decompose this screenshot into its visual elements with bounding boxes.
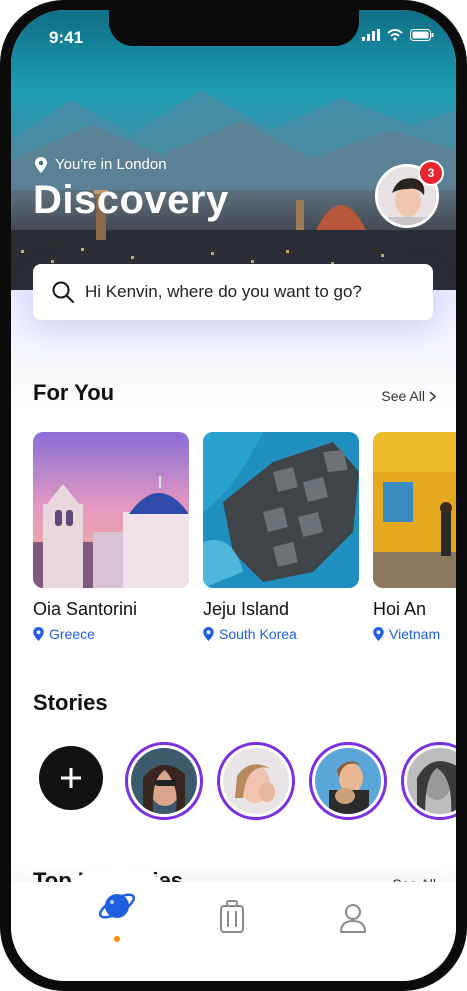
- page-title: Discovery: [33, 178, 229, 222]
- for-you-carousel[interactable]: Oia Santorini Greece Jeju Island South K…: [33, 432, 456, 652]
- location-pin-icon: [33, 627, 44, 641]
- signal-icon: [362, 29, 380, 41]
- current-location: You're in London: [35, 156, 167, 173]
- phone-frame: 9:41 You're in London Discovery 3 Hi Ken…: [0, 0, 467, 991]
- for-you-title: For You: [33, 380, 115, 405]
- see-all-label: See All: [381, 388, 425, 404]
- card-name: Oia Santorini: [33, 599, 138, 619]
- user-icon: [339, 904, 367, 933]
- country-label: Greece: [49, 626, 95, 642]
- app-screen: 9:41 You're in London Discovery 3 Hi Ken…: [11, 10, 456, 981]
- card-country: Greece: [33, 626, 189, 642]
- card-name: Jeju Island: [203, 599, 290, 619]
- status-time: 9:41: [49, 28, 84, 47]
- story-avatar[interactable]: [309, 742, 387, 820]
- country-label: Vietnam: [389, 626, 441, 642]
- card-country: South Korea: [203, 626, 359, 642]
- location-pin-icon: [373, 627, 384, 641]
- search-bar[interactable]: Hi Kenvin, where do you want to go?: [33, 264, 433, 320]
- tab-explore[interactable]: [95, 882, 139, 942]
- santorini-image: [33, 432, 189, 588]
- search-icon: [52, 281, 74, 303]
- notification-badge: 3: [418, 160, 444, 186]
- planet-icon: [98, 893, 136, 919]
- location-pin-icon: [203, 627, 214, 641]
- chevron-right-icon: [429, 390, 436, 402]
- stories-row[interactable]: [39, 740, 456, 820]
- hoi-an-image: [373, 432, 456, 588]
- add-story-button[interactable]: [39, 746, 103, 810]
- location-pin-icon: [35, 156, 47, 173]
- active-tab-indicator: [114, 936, 120, 942]
- destination-card-santorini[interactable]: Oia Santorini Greece: [33, 432, 189, 642]
- tab-profile[interactable]: [339, 903, 369, 935]
- notch: [109, 10, 359, 46]
- search-placeholder: Hi Kenvin, where do you want to go?: [85, 282, 362, 301]
- battery-icon: [410, 29, 434, 41]
- jeju-image: [203, 432, 359, 588]
- country-label: South Korea: [219, 626, 297, 642]
- for-you-see-all[interactable]: See All: [381, 388, 436, 404]
- destination-card-jeju[interactable]: Jeju Island South Korea: [203, 432, 359, 642]
- location-text: You're in London: [55, 156, 167, 173]
- luggage-icon: [220, 900, 244, 933]
- plus-icon: [61, 768, 81, 788]
- story-avatar[interactable]: [401, 742, 456, 820]
- story-avatar[interactable]: [125, 742, 203, 820]
- story-avatar[interactable]: [217, 742, 295, 820]
- destination-card-hoi-an[interactable]: Hoi An Vietnam: [373, 432, 456, 642]
- card-country: Vietnam: [373, 626, 456, 642]
- wifi-icon: [387, 29, 403, 41]
- card-name: Hoi An: [373, 599, 427, 619]
- tab-trips[interactable]: [219, 900, 249, 936]
- stories-title: Stories: [33, 690, 108, 715]
- status-icons: [362, 29, 434, 41]
- hero-city-image: [11, 10, 456, 300]
